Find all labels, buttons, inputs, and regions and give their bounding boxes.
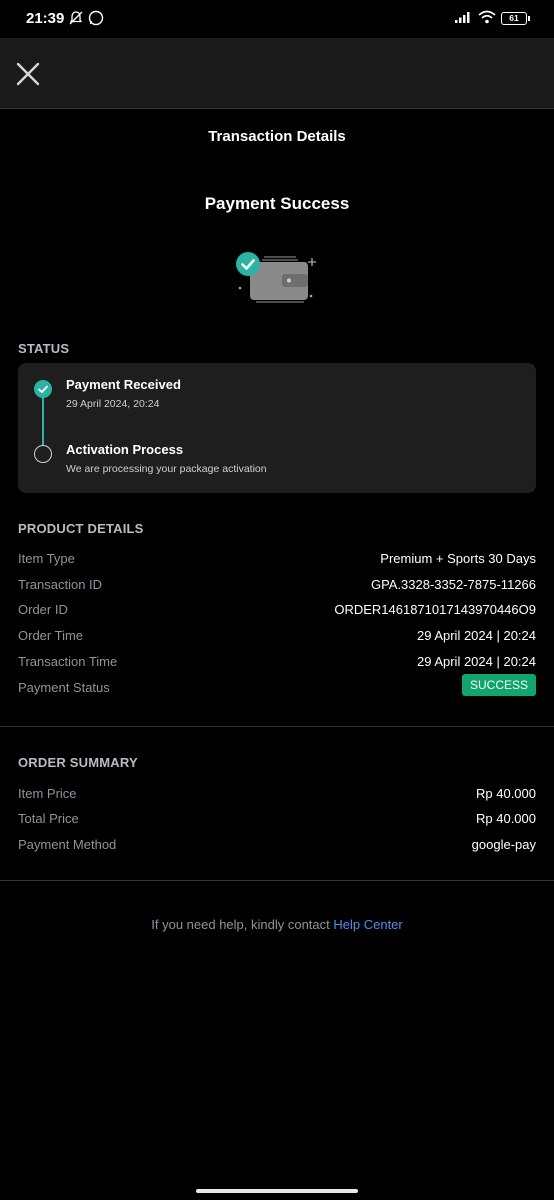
wifi-icon bbox=[478, 10, 496, 24]
summary-value: Rp 40.000 bbox=[476, 811, 536, 826]
detail-value: ORDER1461871017143970446O9 bbox=[334, 602, 536, 617]
detail-row-transaction-id: Transaction ID GPA.3328-3352-7875-11266 bbox=[18, 577, 536, 597]
step-subtitle: We are processing your package activatio… bbox=[66, 463, 267, 475]
detail-row-item-type: Item Type Premium + Sports 30 Days bbox=[18, 551, 536, 571]
summary-value: google-pay bbox=[471, 837, 536, 852]
wallet-check-icon bbox=[236, 252, 316, 303]
status-section-label: STATUS bbox=[18, 341, 70, 356]
summary-value: Rp 40.000 bbox=[476, 786, 536, 801]
step-title: Activation Process bbox=[66, 442, 184, 457]
whatsapp-icon bbox=[88, 10, 104, 26]
step-done-icon bbox=[34, 380, 52, 398]
home-indicator[interactable] bbox=[196, 1189, 358, 1193]
close-icon[interactable] bbox=[14, 60, 42, 88]
status-badge: SUCCESS bbox=[461, 674, 536, 696]
payment-success-title: Payment Success bbox=[204, 194, 350, 213]
summary-key: Total Price bbox=[18, 811, 79, 826]
detail-value: Premium + Sports 30 Days bbox=[380, 551, 536, 566]
top-nav bbox=[0, 38, 554, 109]
status-time: 21:39 bbox=[26, 10, 65, 27]
detail-key: Order ID bbox=[18, 602, 68, 617]
detail-key: Payment Status bbox=[18, 680, 110, 695]
detail-row-payment-status: Payment Status SUCCESS bbox=[18, 674, 536, 700]
section-divider bbox=[0, 880, 554, 881]
detail-value: 29 April 2024 | 20:24 bbox=[416, 628, 536, 643]
battery-level: 61 bbox=[509, 13, 519, 23]
signal-icon bbox=[455, 12, 470, 23]
detail-key: Order Time bbox=[18, 628, 84, 643]
detail-value: GPA.3328-3352-7875-11266 bbox=[370, 577, 536, 592]
summary-key: Payment Method bbox=[18, 837, 117, 852]
summary-row-item-price: Item Price Rp 40.000 bbox=[18, 786, 536, 806]
status-bar: 21:39 61 bbox=[0, 0, 554, 38]
product-details-label: PRODUCT DETAILS bbox=[18, 521, 144, 536]
step-subtitle: 29 April 2024, 20:24 bbox=[66, 398, 160, 410]
detail-row-transaction-time: Transaction Time 29 April 2024 | 20:24 bbox=[18, 654, 536, 674]
help-center-link[interactable]: Help Center bbox=[333, 917, 402, 932]
detail-value: 29 April 2024 | 20:24 bbox=[416, 654, 536, 669]
battery-icon: 61 bbox=[501, 12, 527, 25]
detail-row-order-time: Order Time 29 April 2024 | 20:24 bbox=[18, 628, 536, 648]
page-title: Transaction Details bbox=[208, 128, 346, 145]
help-text: If you need help, kindly contact Help Ce… bbox=[0, 917, 554, 932]
detail-key: Transaction Time bbox=[18, 654, 118, 669]
detail-key: Item Type bbox=[18, 551, 75, 566]
notifications-muted-icon bbox=[69, 11, 83, 25]
status-card: Payment Received 29 April 2024, 20:24 Ac… bbox=[18, 363, 536, 493]
summary-key: Item Price bbox=[18, 786, 77, 801]
step-title: Payment Received bbox=[66, 377, 181, 392]
battery-cap bbox=[528, 16, 530, 21]
summary-row-total-price: Total Price Rp 40.000 bbox=[18, 811, 536, 831]
detail-row-order-id: Order ID ORDER1461871017143970446O9 bbox=[18, 602, 536, 622]
detail-key: Transaction ID bbox=[18, 577, 103, 592]
section-divider bbox=[0, 726, 554, 727]
order-summary-label: ORDER SUMMARY bbox=[18, 755, 138, 770]
help-message: If you need help, kindly contact bbox=[151, 917, 334, 932]
step-connector bbox=[42, 398, 44, 445]
summary-row-payment-method: Payment Method google-pay bbox=[18, 837, 536, 857]
check-icon bbox=[38, 385, 48, 393]
step-pending-icon bbox=[34, 445, 52, 463]
